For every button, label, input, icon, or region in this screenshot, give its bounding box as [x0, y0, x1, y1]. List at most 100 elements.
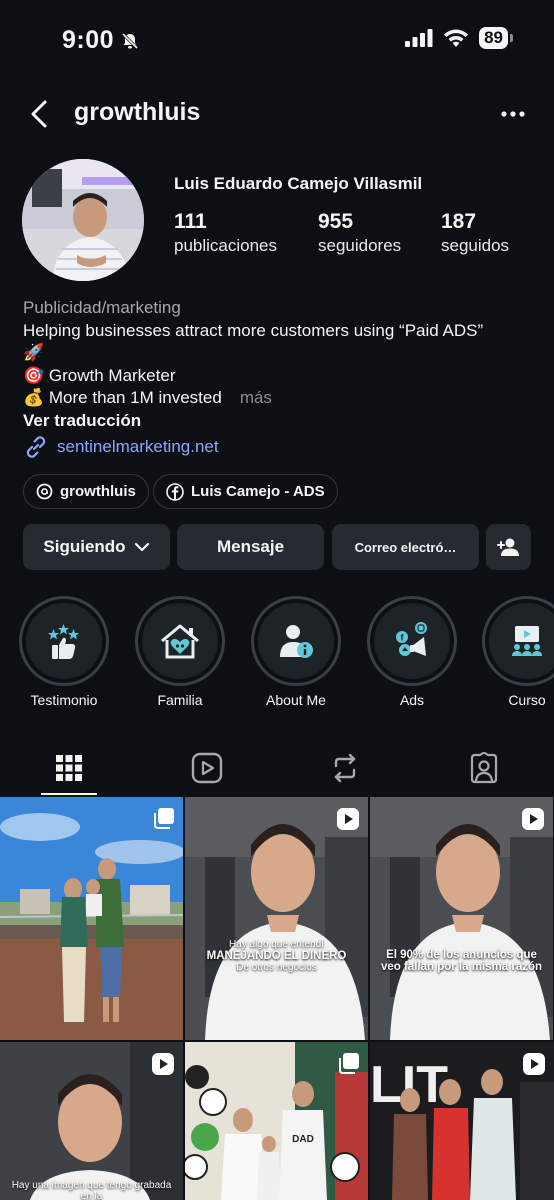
signal-icon: [405, 29, 433, 47]
bio-category: Publicidad/marketing: [23, 298, 181, 317]
post-thumbnail: [185, 797, 368, 1040]
link-icon: [26, 436, 46, 458]
post-caption: Hay una imagen que tengo grabada en la: [8, 1180, 175, 1200]
post-tile[interactable]: Hay algo que entendí MANEJANDO EL DINERO…: [185, 797, 368, 1040]
carousel-icon: [339, 1053, 359, 1074]
grid-icon: [56, 755, 82, 781]
bio-link-text: sentinelmarketing.net: [57, 436, 219, 456]
posts-grid: Hay algo que entendí MANEJANDO EL DINERO…: [0, 797, 554, 1200]
more-dots-icon: [501, 111, 525, 117]
silent-mode-icon: [121, 32, 139, 49]
reel-icon: [337, 808, 359, 830]
highlight-testimonio[interactable]: Testimonio: [19, 596, 109, 708]
carousel-icon: [154, 808, 174, 829]
avatar-photo: [22, 159, 144, 281]
following-button-label: Siguiendo: [43, 537, 126, 556]
threads-icon: [36, 483, 53, 500]
threads-chip-label: growthluis: [60, 483, 136, 500]
profile-username: growthluis: [74, 98, 201, 126]
chevron-down-icon: [134, 542, 149, 552]
post-caption-highlight: El 90% de los anuncios que veo fallan po…: [380, 949, 543, 973]
message-button-label: Mensaje: [216, 537, 285, 556]
more-options-button[interactable]: [498, 96, 528, 132]
stat-posts-label: publicaciones: [174, 236, 278, 255]
post-thumbnail: [370, 797, 553, 1040]
suggested-users-button[interactable]: [486, 524, 531, 570]
megaphone-social-icon: f: [396, 622, 427, 656]
svg-text:DAD: DAD: [292, 1134, 314, 1145]
stat-posts[interactable]: 111 publicaciones: [174, 210, 277, 256]
highlight-testimonio-label: Testimonio: [30, 692, 98, 708]
post-tile[interactable]: LIT: [370, 1042, 554, 1200]
stat-followers-value: 955: [318, 210, 354, 233]
highlight-ads[interactable]: f Ads: [367, 596, 457, 708]
chevron-left-icon: [31, 100, 47, 128]
back-button[interactable]: [24, 96, 54, 132]
stat-followers-label: seguidores: [318, 236, 402, 255]
post-tile[interactable]: Hay una imagen que tengo grabada en la: [0, 1042, 183, 1200]
facebook-chip-label: Luis Camejo - ADS: [191, 483, 325, 500]
following-button[interactable]: Siguiendo: [23, 524, 170, 570]
tab-posts-grid[interactable]: [0, 740, 138, 796]
bio-more-button[interactable]: más: [240, 388, 272, 407]
tagged-icon: [470, 752, 498, 784]
see-translation-button[interactable]: Ver traducción: [23, 410, 543, 433]
thumbs-up-stars-icon: [48, 624, 79, 659]
profile-bio: Publicidad/marketing Helping businesses …: [23, 297, 543, 460]
post-caption-bottom: De otros negocios: [236, 962, 317, 973]
house-heart-icon: [161, 624, 199, 659]
highlight-familia[interactable]: Familia: [135, 596, 225, 708]
stat-posts-value: 111: [174, 210, 207, 233]
battery-indicator: 89: [479, 27, 513, 49]
threads-chip[interactable]: growthluis: [23, 474, 149, 509]
tab-reels[interactable]: [138, 740, 276, 796]
active-tab-indicator: [41, 793, 97, 795]
highlight-ads-label: Ads: [399, 692, 425, 708]
reposts-icon: [334, 753, 356, 783]
bio-line-1: Helping businesses attract more customer…: [23, 320, 484, 340]
bio-line-4-text: 💰 More than 1M invested: [23, 388, 222, 407]
post-caption: Hay algo que entendí MANEJANDO EL DINERO…: [193, 939, 360, 973]
post-thumbnail: [0, 797, 183, 1040]
post-caption: El 90% de los anuncios que veo fallan po…: [378, 949, 545, 973]
tab-reposts[interactable]: [276, 740, 414, 796]
stat-followers[interactable]: 955 seguidores: [318, 210, 401, 256]
post-tile[interactable]: DAD: [185, 1042, 368, 1200]
post-tile[interactable]: El 90% de los anuncios que veo fallan po…: [370, 797, 553, 1040]
email-button-label: Correo electró…: [354, 539, 457, 555]
reel-icon: [522, 808, 544, 830]
stat-following[interactable]: 187 seguidos: [441, 210, 509, 256]
post-tile[interactable]: [0, 797, 183, 1040]
highlight-about-me-label: About Me: [266, 692, 326, 708]
facebook-chip[interactable]: Luis Camejo - ADS: [153, 474, 338, 509]
bio-line-2: 🚀: [23, 343, 45, 362]
profile-tabs: [0, 740, 554, 796]
bio-link[interactable]: sentinelmarketing.net: [23, 434, 543, 460]
add-person-icon: [496, 538, 519, 556]
profile-header: growthluis: [0, 88, 554, 140]
person-info-icon: [280, 625, 313, 658]
bio-line-3: 🎯 Growth Marketer: [23, 365, 176, 385]
profile-avatar[interactable]: [22, 159, 144, 281]
highlight-about-me[interactable]: About Me: [251, 596, 341, 708]
stat-following-value: 187: [441, 210, 477, 233]
post-caption-top: Hay una imagen que tengo grabada en la: [11, 1180, 172, 1200]
profile-full-name: Luis Eduardo Camejo Villasmil: [174, 174, 423, 193]
bio-line-4: 💰 More than 1M invested más: [23, 387, 543, 410]
status-time: 9:00: [62, 26, 140, 55]
reel-icon: [523, 1053, 545, 1075]
post-caption-top: Hay algo que entendí: [228, 939, 325, 950]
post-caption-highlight: MANEJANDO EL DINERO: [206, 950, 347, 962]
tab-tagged[interactable]: [415, 740, 553, 796]
status-bar: 9:00 89: [0, 0, 554, 80]
message-button[interactable]: Mensaje: [177, 524, 324, 570]
email-button[interactable]: Correo electró…: [332, 524, 479, 570]
reel-icon: [152, 1053, 174, 1075]
highlight-curso-label: Curso: [508, 692, 546, 708]
classroom-icon: [512, 626, 542, 656]
wifi-icon: [444, 29, 469, 47]
highlight-familia-label: Familia: [157, 692, 203, 708]
stat-following-label: seguidos: [441, 236, 510, 255]
highlight-curso[interactable]: Curso: [482, 596, 554, 708]
reels-icon: [191, 752, 223, 784]
